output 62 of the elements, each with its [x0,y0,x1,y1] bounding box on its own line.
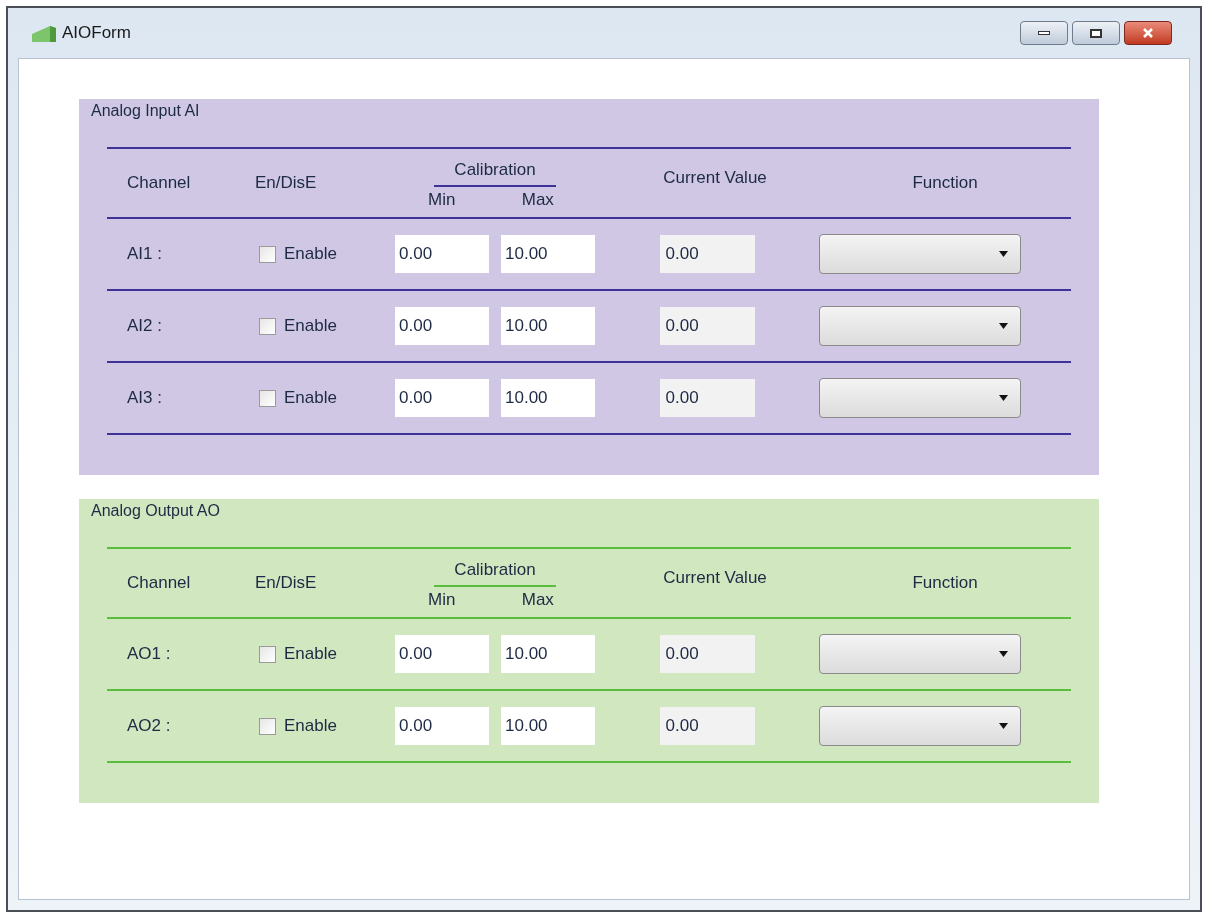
column-header: Min [428,588,456,611]
channel-label: AI3 : [127,388,162,408]
min-field[interactable]: 0.00 [395,379,489,417]
close-button[interactable] [1124,21,1172,45]
current-value-field[interactable]: 0.00 [659,707,755,745]
caret-icon [999,323,1008,329]
current-value-field[interactable]: 0.00 [659,307,755,345]
column-header: Channel [127,172,191,195]
max-field[interactable]: 10.00 [501,307,595,345]
current-value-field[interactable]: 0.00 [659,379,755,417]
column-header: Min [428,188,456,211]
function-dropdown[interactable] [819,234,1021,274]
column-header: Calibration [434,157,556,187]
max-field[interactable]: 10.00 [501,235,595,273]
enable-checkbox[interactable] [259,317,276,335]
min-field[interactable]: 0.00 [395,235,489,273]
column-header: Current Value [663,567,767,589]
column-header: En/DisE [255,172,317,195]
enable-checkbox[interactable] [259,645,276,663]
column-header: Function [912,572,978,595]
function-dropdown[interactable] [819,306,1021,346]
group-title: Analog Input AI [91,101,200,121]
column-header: Calibration [434,557,556,587]
max-field[interactable]: 10.00 [501,635,595,673]
min-field[interactable]: 0.00 [395,707,489,745]
minimize-button[interactable] [1020,21,1068,45]
column-header: Max [521,588,554,611]
app-icon [32,24,58,42]
min-field[interactable]: 0.00 [395,307,489,345]
channel-label: AO2 : [127,716,171,736]
column-header: Max [521,188,554,211]
function-dropdown[interactable] [819,378,1021,418]
column-header: Function [912,172,978,195]
function-dropdown[interactable] [819,706,1021,746]
caret-icon [999,723,1008,729]
max-field[interactable]: 10.00 [501,379,595,417]
current-value-field[interactable]: 0.00 [659,235,755,273]
enable-checkbox[interactable] [259,389,276,407]
enable-label: Enable [284,315,337,338]
close-icon [1142,28,1154,38]
channel-label: AI1 : [127,244,162,264]
current-value-field[interactable]: 0.00 [659,635,755,673]
caret-icon [999,651,1008,657]
window-title: AIOForm [62,22,131,45]
channel-label: AI2 : [127,316,162,336]
column-header: Current Value [663,167,767,189]
enable-checkbox[interactable] [259,245,276,263]
maximize-button[interactable] [1072,21,1120,45]
max-field[interactable]: 10.00 [501,707,595,745]
enable-label: Enable [284,643,337,666]
column-header: Channel [127,572,191,595]
min-field[interactable]: 0.00 [395,635,489,673]
function-dropdown[interactable] [819,634,1021,674]
group-title: Analog Output AO [91,501,220,521]
enable-checkbox[interactable] [259,717,276,735]
enable-label: Enable [284,715,337,738]
column-header: En/DisE [255,572,317,595]
enable-label: Enable [284,387,337,410]
enable-label: Enable [284,243,337,266]
caret-icon [999,395,1008,401]
channel-label: AO1 : [127,644,171,664]
caret-icon [999,251,1008,257]
